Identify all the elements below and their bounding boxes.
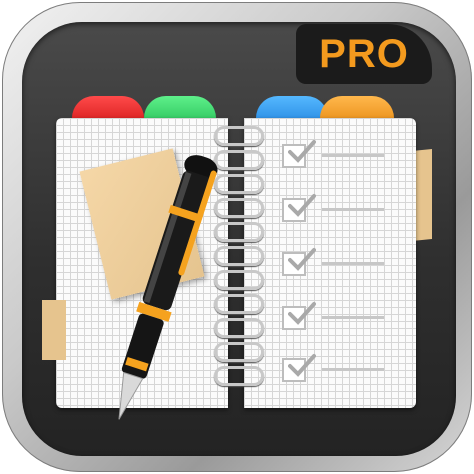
spiral-ring bbox=[214, 126, 264, 146]
checklist-line bbox=[322, 368, 384, 371]
check-mark-icon bbox=[288, 302, 316, 325]
check-mark-icon bbox=[288, 140, 316, 163]
check-mark-icon bbox=[288, 194, 316, 217]
checklist-item bbox=[282, 194, 392, 222]
checklist-line bbox=[322, 208, 384, 211]
checklist-item bbox=[282, 354, 392, 382]
checklist-item bbox=[282, 248, 392, 276]
checklist-item bbox=[282, 140, 392, 168]
pro-badge: PRO bbox=[296, 24, 432, 84]
checklist-item bbox=[282, 302, 392, 330]
pro-badge-text: PRO bbox=[319, 31, 409, 76]
checklist-line bbox=[322, 316, 384, 319]
checklist-line bbox=[322, 154, 384, 157]
sticky-note-left-icon bbox=[42, 300, 66, 360]
check-mark-icon bbox=[288, 354, 316, 377]
checklist-line bbox=[322, 262, 384, 265]
pen-icon bbox=[118, 155, 218, 420]
check-mark-icon bbox=[288, 248, 316, 271]
